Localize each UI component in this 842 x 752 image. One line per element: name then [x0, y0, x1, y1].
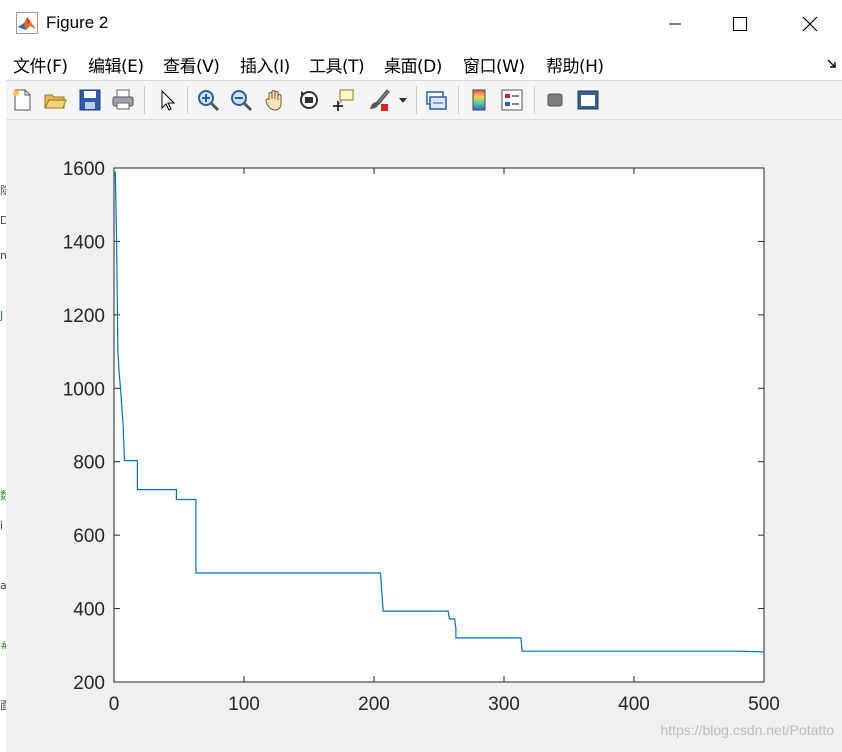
menu-tools[interactable]: 工具(T) [309, 52, 365, 77]
title-bar[interactable]: Figure 2 [6, 0, 842, 48]
watermark: https://blog.csdn.net/Potatto [660, 722, 834, 738]
minimize-icon [669, 23, 681, 25]
hide-plot-tools-button[interactable] [542, 87, 568, 113]
rotate-3d-button[interactable] [296, 87, 322, 113]
print-icon [112, 89, 134, 110]
x-tick-label: 200 [358, 694, 390, 715]
brush-button[interactable] [366, 87, 392, 113]
data-cursor-button[interactable] [330, 87, 356, 113]
toolbar-separator [416, 86, 417, 114]
y-tick-label: 1200 [63, 306, 105, 327]
y-tick-label: 600 [73, 526, 105, 547]
maximize-icon [733, 17, 747, 31]
line-chart: 0 100 200 300 400 500 200 400 600 800 1000 1200 1400… [63, 159, 780, 715]
zoom-out-icon [231, 90, 253, 112]
open-file-icon [44, 94, 67, 109]
zoom-out-button[interactable] [228, 87, 254, 113]
menu-desktop[interactable]: 桌面(D) [384, 52, 442, 77]
close-button[interactable] [781, 0, 839, 48]
toolbar-separator [458, 86, 459, 114]
pointer-icon [161, 89, 176, 111]
figure-toolbar [6, 81, 842, 120]
dropdown-arrow-icon [399, 98, 407, 103]
show-plot-tools-button[interactable] [575, 87, 601, 113]
pan-hand-icon [265, 90, 282, 111]
x-tick-label: 0 [109, 694, 120, 715]
axes-box [113, 167, 765, 683]
menu-help[interactable]: 帮助(H) [546, 52, 604, 77]
menu-insert[interactable]: 插入(I) [240, 52, 290, 77]
y-tick-label: 1400 [63, 232, 105, 253]
y-tick-label: 1600 [63, 159, 105, 180]
window-title: Figure 2 [46, 13, 109, 32]
menu-bar: 文件(F) 编辑(E) 查看(V) 插入(I) 工具(T) 桌面(D) 窗口(W… [6, 48, 842, 81]
y-tick-label: 800 [73, 453, 105, 474]
pointer-button[interactable] [154, 87, 180, 113]
y-tick-label: 400 [73, 600, 105, 621]
menu-window[interactable]: 窗口(W) [463, 52, 525, 77]
figure-canvas[interactable]: 0 100 200 300 400 500 200 400 600 800 1000 1200 1400… [6, 120, 842, 752]
new-figure-button[interactable] [9, 87, 35, 113]
x-tick-label: 100 [228, 694, 260, 715]
menu-file[interactable]: 文件(F) [13, 52, 68, 77]
brush-dropdown-button[interactable] [396, 87, 410, 113]
colorbar-button[interactable] [466, 87, 492, 113]
y-tick-label: 1000 [63, 379, 105, 400]
save-icon [79, 89, 101, 111]
toolbar-separator [187, 86, 188, 114]
y-tick-label: 200 [73, 673, 105, 694]
toolbar-separator [144, 86, 145, 114]
rotate-3d-icon [300, 91, 318, 109]
link-plot-button[interactable] [423, 87, 449, 113]
menu-edit[interactable]: 编辑(E) [88, 52, 144, 77]
new-figure-icon [13, 89, 31, 111]
toolbar-separator [534, 86, 535, 114]
link-plot-icon [426, 91, 447, 110]
zoom-in-icon [198, 90, 220, 112]
pan-button[interactable] [262, 87, 288, 113]
x-tick-label: 400 [618, 694, 650, 715]
close-icon [802, 16, 818, 32]
minimize-button[interactable] [646, 0, 704, 48]
menu-view[interactable]: 查看(V) [163, 52, 220, 77]
open-file-button[interactable] [42, 87, 68, 113]
maximize-button[interactable] [711, 0, 769, 48]
legend-icon [501, 89, 523, 111]
x-tick-label: 500 [748, 694, 780, 715]
legend-button[interactable] [499, 87, 525, 113]
data-cursor-icon [333, 89, 354, 111]
save-button[interactable] [77, 87, 103, 113]
zoom-in-button[interactable] [195, 87, 221, 113]
hide-plot-tools-icon [547, 93, 563, 107]
matlab-logo-icon [16, 12, 38, 34]
brush-icon [370, 89, 390, 111]
colorbar-icon [472, 89, 486, 111]
show-plot-tools-icon [577, 90, 599, 110]
print-button[interactable] [110, 87, 136, 113]
dock-arrow-icon[interactable] [826, 58, 838, 70]
x-tick-label: 300 [488, 694, 520, 715]
